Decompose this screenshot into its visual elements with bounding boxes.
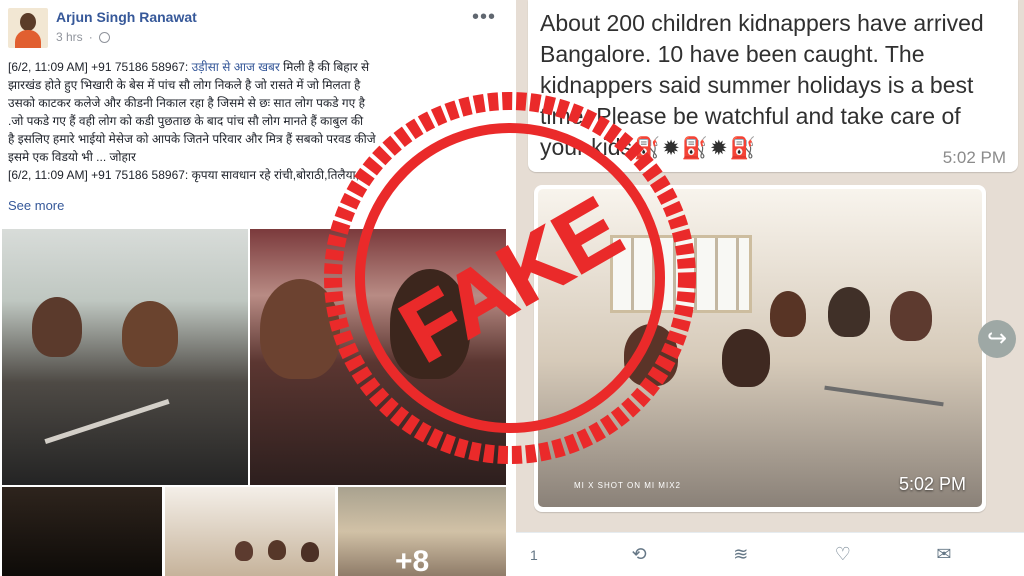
person-photo [32, 297, 82, 357]
post-time[interactable]: 3 hrs [56, 30, 83, 44]
post-suffix: मिली है की बिहार से [279, 60, 370, 74]
person-photo [390, 269, 470, 379]
person-photo [260, 279, 340, 379]
globe-icon [98, 31, 110, 43]
siren-icon: ⛽ [634, 137, 661, 160]
window [610, 235, 752, 313]
explosion-icon: ✹ [709, 137, 728, 160]
person-photo [722, 329, 770, 387]
envelope-icon: ✉ [936, 544, 952, 565]
post-photo-2[interactable] [250, 229, 506, 485]
reply-count: 1 [530, 546, 538, 563]
heart-icon: ♡ [834, 544, 851, 565]
post-meta: 3 hrs · [56, 30, 110, 44]
explosion-icon: ✹ [662, 137, 680, 160]
person-photo [890, 291, 932, 341]
siren-icon: ⛽ [729, 137, 756, 160]
message-bubble: About 200 children kidnappers have arriv… [528, 0, 1018, 172]
retweet-icon: ⟲ [631, 544, 647, 565]
post-line: इसमे एक विडयो भी ... जोहार [8, 150, 136, 164]
message-time: 5:02 PM [942, 148, 1006, 167]
chain-line [824, 385, 944, 407]
person-photo [122, 301, 178, 367]
more-options-icon[interactable]: ••• [472, 6, 496, 29]
post-photo-3[interactable] [2, 487, 162, 576]
image-bubble: MI X SHOT ON MI MIX2 5:02 PM [534, 185, 986, 512]
see-more-link[interactable]: See more [8, 198, 64, 213]
post-link[interactable]: उड़ीसा से आज खबर [192, 60, 280, 74]
post-body: [6/2, 11:09 AM] +91 75186 58967: उड़ीसा … [8, 58, 500, 184]
person-photo [770, 291, 806, 337]
image-time: 5:02 PM [898, 474, 966, 494]
camera-watermark: MI X SHOT ON MI MIX2 [574, 481, 681, 490]
siren-icon: ⛽ [681, 137, 708, 160]
post-header: Arjun Singh Ranawat 3 hrs · ••• [8, 6, 504, 52]
reply-action[interactable]: 1 [516, 533, 618, 576]
post-line: झारखंड होते हुए भिखारी के बेस में पांच स… [8, 78, 361, 92]
more-photos-count[interactable]: +8 [395, 545, 429, 576]
post-prefix: [6/2, 11:09 AM] +91 75186 58967: [8, 60, 192, 74]
author-avatar[interactable] [8, 8, 48, 48]
person-photo [235, 541, 253, 561]
retweet-action[interactable]: ⟲ [618, 533, 720, 576]
stack-icon: ≋ [733, 544, 749, 565]
post-line: [6/2, 11:09 AM] +91 75186 58967: उड़ीसा … [8, 58, 500, 76]
message-text: About 200 children kidnappers have arriv… [540, 8, 1010, 164]
tweet-actions: 1 ⟲ ≋ ♡ ✉ [516, 532, 1024, 576]
post-line: उसको काटकर कलेजे और कीडनी निकाल रहा है ज… [8, 96, 365, 110]
post-photo-4[interactable] [165, 487, 335, 576]
post-line: [6/2, 11:09 AM] +91 75186 58967: कृपया स… [8, 168, 369, 182]
post-line: .जो पकडे गए हैं वही लोग को कडी पुछताछ के… [8, 114, 364, 128]
author-name[interactable]: Arjun Singh Ranawat [56, 9, 197, 25]
dot-separator: · [88, 30, 93, 44]
rope-line [44, 399, 170, 444]
share-icon[interactable]: ↪ [978, 320, 1016, 358]
person-photo [268, 540, 286, 560]
whatsapp-chat: About 200 children kidnappers have arriv… [516, 0, 1024, 576]
post-photo-1[interactable] [2, 229, 248, 485]
message-body: About 200 children kidnappers have arriv… [540, 10, 984, 160]
post-line: है इसलिए हमारे भाईयो मेसेज को आपके जितने… [8, 132, 376, 146]
facebook-post: Arjun Singh Ranawat 3 hrs · ••• [6/2, 11… [0, 0, 512, 576]
shared-photo[interactable]: MI X SHOT ON MI MIX2 5:02 PM [538, 189, 982, 507]
person-photo [301, 542, 319, 562]
message-action[interactable]: ✉ [922, 533, 1024, 576]
stack-action[interactable]: ≋ [719, 533, 821, 576]
like-action[interactable]: ♡ [821, 533, 923, 576]
person-photo [624, 324, 678, 386]
person-photo [828, 287, 870, 337]
